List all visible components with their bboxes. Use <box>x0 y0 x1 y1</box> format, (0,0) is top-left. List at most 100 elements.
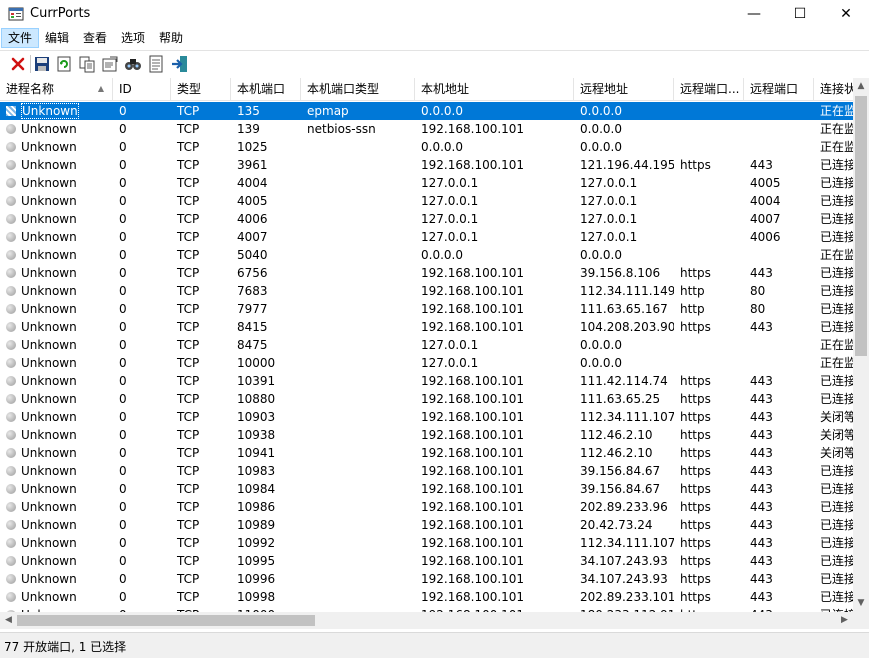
scroll-up-icon[interactable]: ▲ <box>853 78 869 95</box>
column-header-local-port-name[interactable]: 本机端口类型 <box>301 78 415 100</box>
cell-text: 121.196.44.195 <box>580 158 674 172</box>
column-header-local-port[interactable]: 本机端口 <box>231 78 301 100</box>
process-status-icon <box>6 196 16 206</box>
menu-file[interactable]: 文件 <box>1 28 40 48</box>
column-header-local-address[interactable]: 本机地址 <box>415 78 574 100</box>
cell-remote-port-name: https <box>674 570 744 588</box>
table-row[interactable]: Unknown 0 TCP 1025 0.0.0.0 0.0.0.0 正在监听 <box>0 138 868 156</box>
column-header-id[interactable]: ID <box>113 78 171 100</box>
table-row[interactable]: Unknown 0 TCP 7977 192.168.100.101 111.63.65.… <box>0 300 856 318</box>
horizontal-scrollbar[interactable]: ◀ ▶ <box>0 612 853 629</box>
cell-text: 443 <box>750 374 773 388</box>
cell-text: 0 <box>119 158 127 172</box>
find-icon[interactable] <box>123 54 143 74</box>
table-row[interactable]: Unknown 0 TCP 10880 192.168.100.101 111.63.65… <box>0 390 856 408</box>
close-button[interactable]: ✕ <box>823 0 869 28</box>
table-row[interactable]: Unknown 0 TCP 4007 127.0.0.1 127.0.0.1 4006 已连接 <box>0 228 856 246</box>
cell-local-port: 135 <box>231 102 301 120</box>
table-row[interactable]: Unknown 0 TCP 6756 192.168.100.101 39.156.8.1… <box>0 264 856 282</box>
table-row[interactable]: Unknown 0 TCP 4005 127.0.0.1 127.0.0.1 4004 已连接 <box>0 192 856 210</box>
cell-remote-address: 0.0.0.0 <box>574 354 674 372</box>
cell-local-port-name <box>301 300 415 318</box>
save-icon[interactable] <box>32 54 52 74</box>
toolbar <box>0 50 869 77</box>
cell-remote-address: 112.34.111.107 <box>574 408 674 426</box>
cell-text: 0 <box>119 140 127 154</box>
cell-text: 443 <box>750 266 773 280</box>
table-row[interactable]: Unknown 0 TCP 135 epmap 0.0.0.0 0.0.0.0 正在监听 <box>0 102 868 120</box>
column-header-type[interactable]: 类型 <box>171 78 231 100</box>
table-row[interactable]: Unknown 0 TCP 10391 192.168.100.101 111.42.11… <box>0 372 856 390</box>
table-row[interactable]: Unknown 0 TCP 10903 192.168.100.101 112.34.11… <box>0 408 868 426</box>
menu-help[interactable]: 帮助 <box>153 29 189 47</box>
column-header-remote-port[interactable]: 远程端口 <box>744 78 814 100</box>
menu-options[interactable]: 选项 <box>115 29 151 47</box>
maximize-button[interactable]: ☐ <box>777 0 823 28</box>
table-row[interactable]: Unknown 0 TCP 10984 192.168.100.101 39.156.84… <box>0 480 856 498</box>
table-row[interactable]: Unknown 0 TCP 10000 127.0.0.1 0.0.0.0 正在监听 <box>0 354 868 372</box>
cell-local-address: 192.168.100.101 <box>415 426 574 444</box>
table-row[interactable]: Unknown 0 TCP 4006 127.0.0.1 127.0.0.1 4007 已连接 <box>0 210 856 228</box>
column-header-remote-address[interactable]: 远程地址 <box>574 78 674 100</box>
scroll-right-icon[interactable]: ▶ <box>836 612 853 629</box>
cell-type: TCP <box>171 426 231 444</box>
column-header-remote-port-name[interactable]: 远程端口... <box>674 78 744 100</box>
column-header-process[interactable]: 进程名称 ▲ <box>0 78 113 100</box>
table-row[interactable]: Unknown 0 TCP 10998 192.168.100.101 202.89.23… <box>0 588 856 606</box>
horizontal-scroll-thumb[interactable] <box>17 615 315 626</box>
table-row[interactable]: Unknown 0 TCP 10986 192.168.100.101 202.89.23… <box>0 498 856 516</box>
table-row[interactable]: Unknown 0 TCP 8415 192.168.100.101 104.208.20… <box>0 318 856 336</box>
close-connection-icon[interactable] <box>8 54 28 74</box>
cell-text: Unknown <box>21 302 77 316</box>
cell-text: 0.0.0.0 <box>421 140 463 154</box>
vertical-scroll-thumb[interactable] <box>855 96 867 356</box>
table-row[interactable]: Unknown 0 TCP 10941 192.168.100.101 112.46.2.… <box>0 444 868 462</box>
vertical-scrollbar[interactable]: ▲ ▼ <box>853 78 869 612</box>
cell-remote-port: 443 <box>744 552 814 570</box>
menu-edit[interactable]: 编辑 <box>39 29 75 47</box>
cell-process: Unknown <box>0 210 113 228</box>
cell-text: 已连接 <box>820 518 857 532</box>
properties-icon[interactable] <box>100 54 120 74</box>
cell-remote-port: 443 <box>744 534 814 552</box>
cell-remote-port: 443 <box>744 444 814 462</box>
cell-process: Unknown <box>0 318 113 336</box>
cell-text: Unknown <box>21 320 77 334</box>
cell-text: 192.168.100.101 <box>421 122 525 136</box>
cell-remote-address: 0.0.0.0 <box>574 120 674 138</box>
cell-type: TCP <box>171 192 231 210</box>
table-row[interactable]: Unknown 0 TCP 10938 192.168.100.101 112.46.2.… <box>0 426 868 444</box>
cell-text: 已连接 <box>820 554 857 568</box>
table-row[interactable]: Unknown 0 TCP 10983 192.168.100.101 39.156.84… <box>0 462 856 480</box>
table-row[interactable]: Unknown 0 TCP 10992 192.168.100.101 112.34.11… <box>0 534 856 552</box>
table-row[interactable]: Unknown 0 TCP 10989 192.168.100.101 20.42.73.… <box>0 516 857 534</box>
table-row[interactable]: Unknown 0 TCP 139 netbios-ssn 192.168.100.101… <box>0 120 868 138</box>
cell-text: Unknown <box>21 374 77 388</box>
cell-id: 0 <box>113 354 171 372</box>
cell-text: 5040 <box>237 248 268 262</box>
table-row[interactable]: Unknown 0 TCP 10995 192.168.100.101 34.107.24… <box>0 552 857 570</box>
cell-type: TCP <box>171 300 231 318</box>
html-report-icon[interactable] <box>146 54 166 74</box>
cell-text: 111.42.114.74 <box>580 374 668 388</box>
table-row[interactable]: Unknown 0 TCP 4004 127.0.0.1 127.0.0.1 4005 已连接 <box>0 174 857 192</box>
cell-text: 0.0.0.0 <box>421 104 463 118</box>
cell-local-port: 10996 <box>231 570 301 588</box>
menu-view[interactable]: 查看 <box>77 29 113 47</box>
copy-icon[interactable] <box>77 54 97 74</box>
table-row[interactable]: Unknown 0 TCP 5040 0.0.0.0 0.0.0.0 正在监听 <box>0 246 868 264</box>
process-status-icon <box>6 520 16 530</box>
minimize-button[interactable]: — <box>731 0 777 28</box>
scroll-down-icon[interactable]: ▼ <box>853 595 869 612</box>
table-row[interactable]: Unknown 0 TCP 10996 192.168.100.101 34.107.24… <box>0 570 856 588</box>
cell-local-address: 192.168.100.101 <box>415 156 574 174</box>
cell-text: 已连接 <box>820 176 857 190</box>
refresh-icon[interactable] <box>54 54 74 74</box>
exit-icon[interactable] <box>170 54 190 74</box>
cell-remote-address: 39.156.84.67 <box>574 480 674 498</box>
table-row[interactable]: Unknown 0 TCP 3961 192.168.100.101 121.196.44… <box>0 156 856 174</box>
table-row[interactable]: Unknown 0 TCP 7683 192.168.100.101 112.34.111… <box>0 282 856 300</box>
scroll-left-icon[interactable]: ◀ <box>0 612 17 629</box>
table-row[interactable]: Unknown 0 TCP 8475 127.0.0.1 0.0.0.0 正在监听 <box>0 336 868 354</box>
cell-local-port: 10903 <box>231 408 301 426</box>
